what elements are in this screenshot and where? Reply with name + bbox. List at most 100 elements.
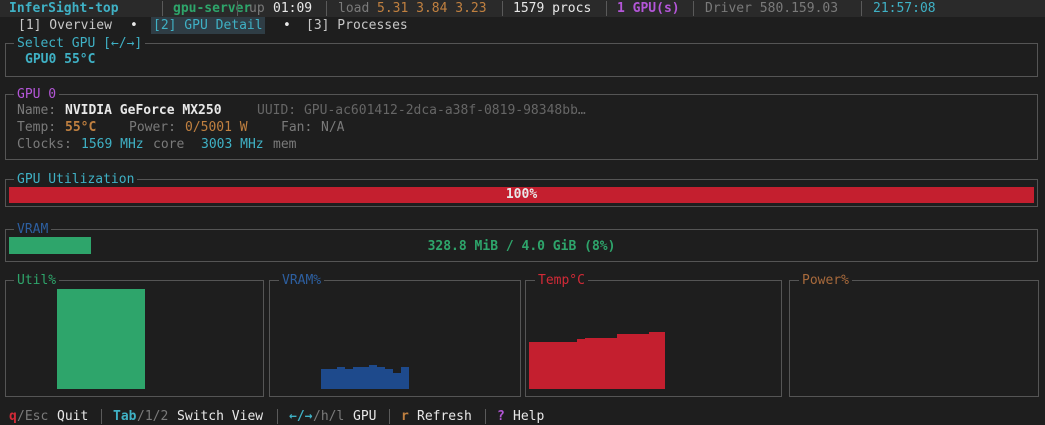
fan-value: N/A — [321, 120, 345, 135]
chart-bar — [393, 373, 401, 389]
chart-bar — [377, 367, 385, 389]
chart-bar — [89, 289, 97, 389]
tab-separator: • — [130, 18, 138, 33]
tab-separator: • — [283, 18, 291, 33]
chart-bar — [641, 334, 649, 389]
chart-bar — [401, 367, 409, 389]
footer-divider — [101, 409, 102, 424]
chart-title: Util% — [14, 272, 60, 289]
chart-bar — [137, 289, 145, 389]
chart-bar — [385, 369, 393, 389]
name-label: Name: — [17, 103, 57, 118]
vram-panel: VRAM 328.8 MiB / 4.0 GiB (8%) — [5, 221, 1038, 262]
chart-bar — [337, 367, 345, 389]
selected-gpu[interactable]: GPU0 55°C — [25, 51, 95, 68]
temp-value: 55°C — [65, 120, 97, 135]
temp-label: Temp: — [17, 120, 57, 135]
header-divider — [326, 1, 327, 16]
chart-bar — [553, 342, 561, 389]
core-clock: 1569 MHz — [81, 137, 144, 152]
tab-processes[interactable]: [3] Processes — [306, 17, 408, 34]
chart-bar — [361, 367, 369, 389]
load-values: 5.31 3.84 3.23 — [377, 1, 487, 16]
chart-bar — [649, 332, 657, 389]
status-header: InferSight-top gpu-server up 01:09 load … — [0, 0, 1045, 17]
vram-value: 328.8 MiB / 4.0 GiB (8%) — [427, 239, 616, 254]
chart-bar — [593, 338, 601, 389]
footer-divider — [389, 409, 390, 424]
chart-title: Temp°C — [535, 272, 588, 289]
gpu-count: 1 GPU(s) — [617, 1, 680, 16]
header-divider — [162, 1, 163, 16]
power-value: 0/5001 W — [185, 120, 248, 135]
chart-bar — [113, 289, 121, 389]
utilization-value: 100% — [505, 187, 538, 202]
chart-bar — [633, 334, 641, 389]
chart-bar — [73, 289, 81, 389]
footer-divider — [485, 409, 486, 424]
chart-bar — [545, 342, 553, 389]
chart-bar — [105, 289, 113, 389]
chart-bar — [81, 289, 89, 389]
chart-bar — [369, 365, 377, 389]
gpu-nav-label[interactable]: GPU — [353, 408, 376, 425]
process-count: 1579 procs — [513, 1, 592, 16]
chart-bar — [57, 289, 65, 389]
chart-bar — [617, 334, 625, 389]
tab-gpu-detail[interactable]: [2] GPU Detail — [151, 17, 265, 34]
header-divider — [502, 1, 503, 16]
vram-title: VRAM — [14, 221, 52, 238]
switch-view-label[interactable]: Switch View — [177, 408, 263, 425]
chart-title: Power% — [799, 272, 852, 289]
quit-key-alt: /Esc — [17, 409, 49, 424]
chart-bar — [577, 339, 585, 389]
chart-bar — [65, 289, 73, 389]
uptime-label: up — [249, 1, 265, 16]
host-name: gpu-server — [173, 1, 252, 16]
header-divider — [237, 1, 238, 16]
chart-bar — [529, 342, 537, 389]
chart-bar — [585, 338, 593, 389]
clock: 21:57:08 — [873, 1, 936, 16]
chart-bar — [569, 342, 577, 389]
core-label: core — [153, 137, 185, 152]
refresh-label[interactable]: Refresh — [417, 408, 472, 425]
driver-version: Driver 580.159.03 — [705, 1, 839, 16]
gpu-info-title: GPU 0 — [14, 86, 60, 103]
footer-divider — [277, 409, 278, 424]
chart-bar — [609, 338, 617, 389]
chart-bar — [353, 367, 361, 389]
tab-overview[interactable]: [1] Overview — [18, 17, 112, 34]
chart-bar — [601, 338, 609, 389]
util-history-chart: Util% — [5, 272, 264, 397]
vram-history-chart: VRAM% — [269, 272, 521, 397]
power-history-chart: Power% — [789, 272, 1039, 397]
help-label[interactable]: Help — [513, 408, 544, 425]
tab-key-alt: /1/2 — [137, 409, 169, 424]
gpu-nav-key[interactable]: ←/→ — [289, 408, 312, 425]
chart-title: VRAM% — [279, 272, 325, 289]
clocks-label: Clocks: — [17, 137, 72, 152]
chart-bar — [345, 369, 353, 389]
quit-label[interactable]: Quit — [57, 408, 88, 425]
chart-bar — [329, 369, 337, 389]
gpu-utilization-panel: GPU Utilization 100% — [5, 171, 1038, 207]
power-label: Power: — [129, 120, 176, 135]
header-divider — [693, 1, 694, 16]
chart-bar — [97, 289, 105, 389]
refresh-key[interactable]: r — [401, 408, 409, 425]
chart-bar — [321, 369, 329, 389]
select-gpu-title: Select GPU [←/→] — [14, 35, 146, 52]
gpu-name: NVIDIA GeForce MX250 — [65, 103, 222, 118]
header-divider — [861, 1, 862, 16]
chart-bar — [625, 334, 633, 389]
quit-key[interactable]: q — [9, 408, 17, 425]
tab-key[interactable]: Tab — [113, 408, 136, 425]
gpu-info-panel: GPU 0 Name: NVIDIA GeForce MX250 UUID: G… — [5, 86, 1038, 160]
select-gpu-panel: Select GPU [←/→] GPU0 55°C — [5, 35, 1038, 77]
header-divider — [606, 1, 607, 16]
load-label: load — [338, 1, 370, 16]
chart-bar — [121, 289, 129, 389]
help-key[interactable]: ? — [497, 408, 505, 425]
chart-bar — [129, 289, 137, 389]
